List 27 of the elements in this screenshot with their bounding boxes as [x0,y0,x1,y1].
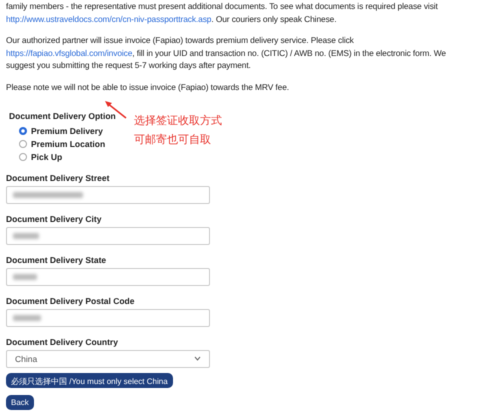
paragraph: Please note we will not be able to issue invoice (Fapiao) towards the MRV fee. [6,80,290,94]
field-label: Document Delivery State [6,254,108,265]
back-button[interactable]: Back [6,394,34,410]
input-field[interactable] [6,226,210,245]
paragraph: Our authorized partner will issue invoice (Fapiao) towards premium delivery service. Please click https://fapiao.vfsglobal.com/invoice, fill in your UID and transaction no. (CITIC) / AWB no. (EMS) in the electronic form. We suggest you submitting the request 5-7 working days after payment. [6,34,447,72]
field-label: Document Delivery Country [6,336,119,347]
link[interactable]: http://www.ustraveldocs.com/cn/cn-niv-passporttrack.asp [6,14,212,24]
annotation-text: 可邮寄也可自取 [134,132,212,148]
radio-label[interactable]: Premium Location [31,139,106,150]
radio-button[interactable] [19,140,27,148]
input-field[interactable] [6,186,210,204]
country-dropdown[interactable]: China [6,350,210,368]
caret-icon [194,356,201,362]
input-field[interactable] [6,268,210,286]
radio-label[interactable]: Pick Up [31,152,62,162]
field-label: Document Delivery Postal Code [6,296,136,306]
radio-button[interactable] [19,127,27,136]
country-note-button[interactable]: 必须只选择中国 /You must only select China [6,372,173,388]
radio-button[interactable] [19,153,27,162]
field-label: Document Delivery Street [6,172,110,183]
radio-label[interactable]: Premium Delivery [31,126,103,136]
annotation-text: 选择签证收取方式 [134,114,222,129]
link[interactable]: https://fapiao.vfsglobal.com/invoice [6,48,132,58]
input-field[interactable] [6,308,210,327]
field-label: Document Delivery City [6,214,102,224]
paragraph: family members - the representative must present additional documents. To see what documents is required please visit http://www.ustraveldocs.com/cn/cn-niv-passporttrack.asp. Our couriers only speak Chinese. [6,0,439,26]
field-label: Document Delivery Option [9,110,116,121]
